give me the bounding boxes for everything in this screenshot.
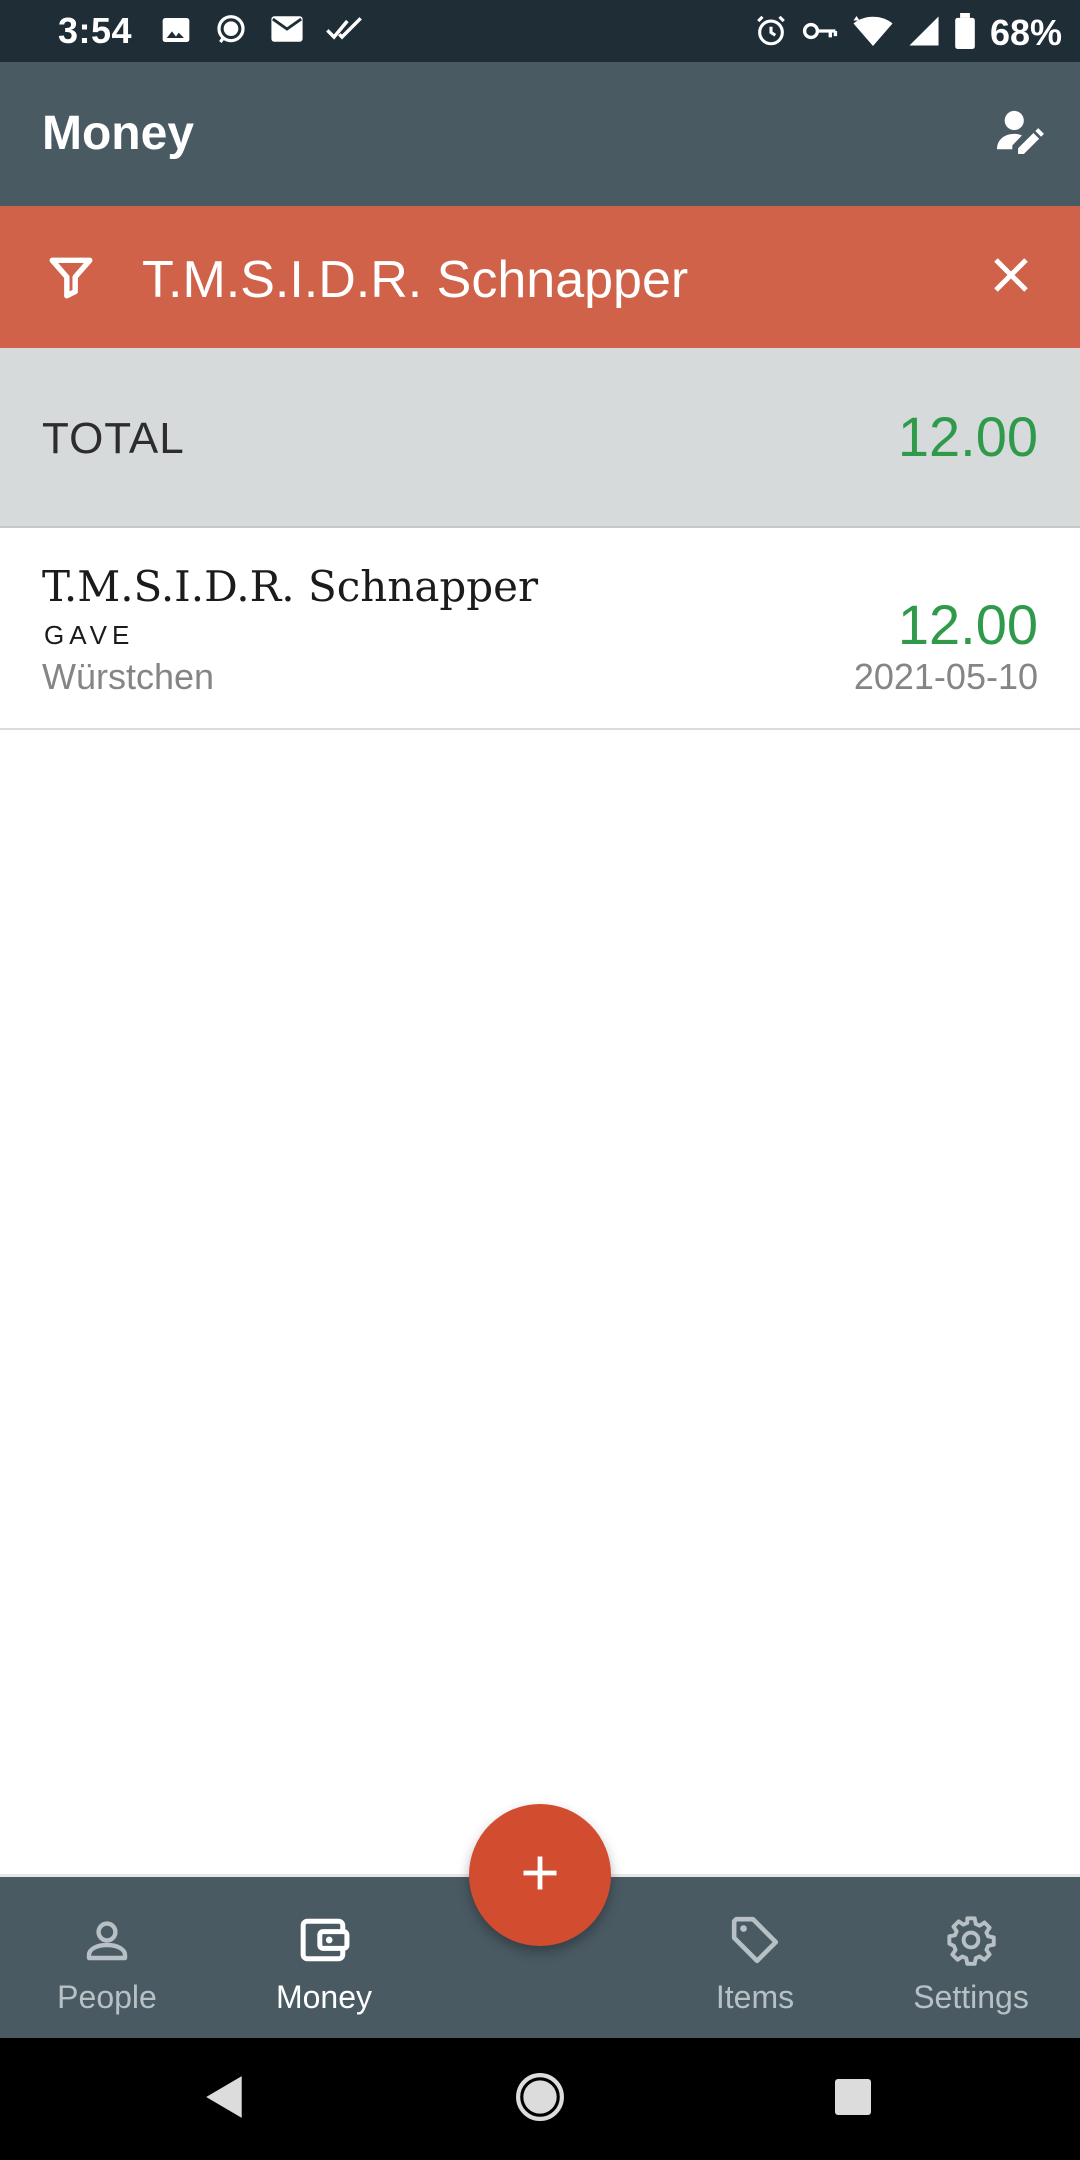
notification-icons — [160, 14, 366, 51]
nav-item-money[interactable]: Money — [219, 1877, 429, 2037]
nav-label-money: Money — [275, 1979, 373, 2015]
entry-amount: 12.00 — [897, 593, 1038, 656]
nav-label-items: Items — [715, 1979, 795, 2015]
plus-icon — [518, 1851, 562, 1900]
system-status-icons: 68% — [754, 12, 1062, 54]
system-home-button[interactable] — [480, 2038, 600, 2160]
filter-label: T.M.S.I.D.R. Schnapper — [142, 251, 689, 309]
double-check-icon — [326, 14, 366, 51]
add-entry-button[interactable] — [469, 1804, 611, 1946]
close-icon — [991, 255, 1031, 300]
clear-filter-button[interactable] — [980, 246, 1042, 308]
list-item[interactable]: T.M.S.I.D.R. Schnapper GAVE Würstchen 12… — [0, 528, 1080, 730]
status-time: 3:54 — [58, 10, 133, 51]
system-navigation-bar — [0, 2038, 1080, 2160]
total-label: TOTAL — [42, 414, 185, 463]
mail-icon — [270, 14, 304, 51]
image-icon — [160, 14, 192, 51]
person-edit-icon — [995, 109, 1045, 160]
recents-square-icon — [833, 2077, 873, 2122]
total-value: 12.00 — [897, 405, 1038, 468]
filter-icon — [46, 252, 96, 302]
chat-bubble-icon — [214, 14, 248, 51]
filter-bar[interactable]: T.M.S.I.D.R. Schnapper — [0, 206, 1080, 348]
nav-item-people[interactable]: People — [2, 1877, 212, 2037]
entry-note: Würstchen — [42, 656, 215, 697]
home-circle-icon — [515, 2072, 565, 2127]
back-triangle-icon — [203, 2074, 247, 2125]
gear-icon — [942, 1911, 1000, 1969]
person-icon — [78, 1911, 136, 1969]
entry-date: 2021-05-10 — [853, 656, 1038, 697]
nav-item-items[interactable]: Items — [650, 1877, 860, 2037]
nav-item-settings[interactable]: Settings — [866, 1877, 1076, 2037]
system-recents-button[interactable] — [793, 2038, 913, 2160]
battery-icon — [954, 12, 976, 54]
nav-label-people: People — [57, 1979, 157, 2015]
total-row: TOTAL 12.00 — [0, 348, 1080, 528]
entry-type: GAVE — [44, 620, 135, 650]
entry-person-name: T.M.S.I.D.R. Schnapper — [42, 562, 539, 611]
status-bar: 3:54 68% — [0, 0, 1080, 62]
wallet-icon — [295, 1911, 353, 1969]
battery-percentage: 68% — [989, 12, 1062, 53]
tag-icon — [726, 1911, 784, 1969]
nav-label-settings: Settings — [913, 1979, 1029, 2015]
key-icon — [802, 16, 838, 51]
app-bar: Money — [0, 62, 1080, 206]
wifi-icon — [852, 14, 894, 53]
alarm-icon — [754, 14, 788, 53]
edit-person-button[interactable] — [990, 104, 1050, 164]
page-title: Money — [42, 107, 195, 160]
signal-icon — [908, 14, 940, 53]
system-back-button[interactable] — [165, 2038, 285, 2160]
